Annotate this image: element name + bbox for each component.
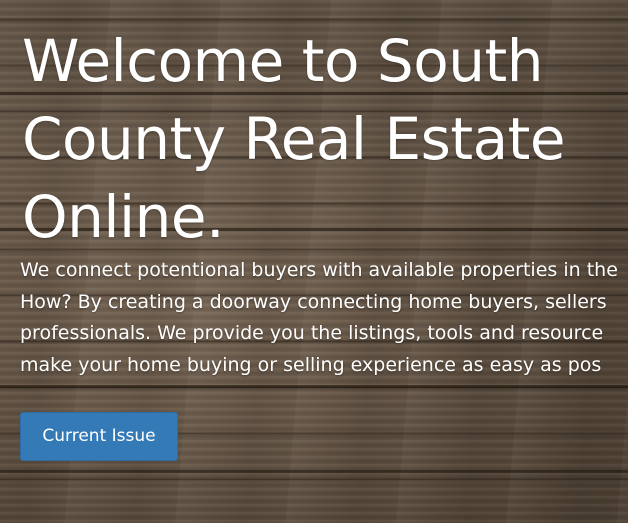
page-title: Welcome to South County Real Estate Onli…: [22, 22, 628, 256]
intro-line: How? By creating a doorway connecting ho…: [20, 290, 607, 313]
intro-line: professionals. We provide you the listin…: [20, 322, 604, 344]
title-line: Online.: [22, 183, 225, 251]
current-issue-button[interactable]: Current Issue: [20, 412, 178, 461]
intro-line: make your home buying or selling experie…: [20, 353, 602, 376]
wood-plank-seam: [0, 385, 628, 388]
intro-line: We connect potentional buyers with avail…: [20, 259, 618, 281]
hero-section: Welcome to South County Real Estate Onli…: [0, 0, 628, 523]
intro-paragraph: We connect potentional buyers with avail…: [20, 255, 628, 381]
title-line: Welcome to South: [22, 27, 543, 95]
wood-plank-seam: [0, 470, 628, 473]
title-line: County Real Estate: [22, 105, 566, 173]
